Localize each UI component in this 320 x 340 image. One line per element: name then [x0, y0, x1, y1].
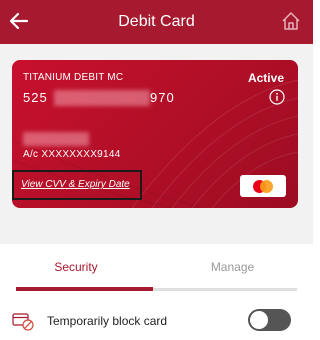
view-cvv-expiry-button[interactable]: View CVV & Expiry Date	[12, 170, 142, 200]
card-number-redacted	[54, 90, 150, 106]
tab-active-indicator	[16, 287, 153, 291]
mastercard-orange-circle	[260, 180, 273, 193]
tab-manage[interactable]: Manage	[152, 244, 313, 290]
cardholder-name-redacted	[23, 132, 89, 146]
view-cvv-expiry-label: View CVV & Expiry Date	[21, 179, 130, 190]
card-area: TITANIUM DEBIT MC Active 525 970 A/c XXX…	[0, 44, 313, 244]
card-number-suffix: 970	[150, 90, 175, 105]
card-product-name: TITANIUM DEBIT MC	[23, 72, 124, 83]
tab-bar: Security Manage	[0, 244, 313, 292]
home-icon[interactable]	[280, 10, 302, 32]
debit-card: TITANIUM DEBIT MC Active 525 970 A/c XXX…	[12, 60, 298, 208]
block-card-toggle[interactable]	[248, 309, 291, 331]
mastercard-logo-icon	[240, 175, 286, 197]
toggle-knob	[250, 311, 268, 329]
tab-security[interactable]: Security	[0, 244, 152, 290]
app-bar: Debit Card	[0, 0, 313, 44]
account-number: A/c XXXXXXXX9144	[23, 149, 121, 160]
page-title: Debit Card	[118, 13, 195, 30]
arrow-left-icon[interactable]	[8, 10, 30, 32]
card-number-prefix: 525	[23, 90, 48, 105]
card-block-icon	[12, 313, 34, 331]
card-status-badge: Active	[247, 71, 284, 85]
info-icon[interactable]	[269, 89, 285, 105]
block-card-label: Temporarily block card	[47, 314, 168, 328]
block-card-row: Temporarily block card	[0, 300, 313, 340]
